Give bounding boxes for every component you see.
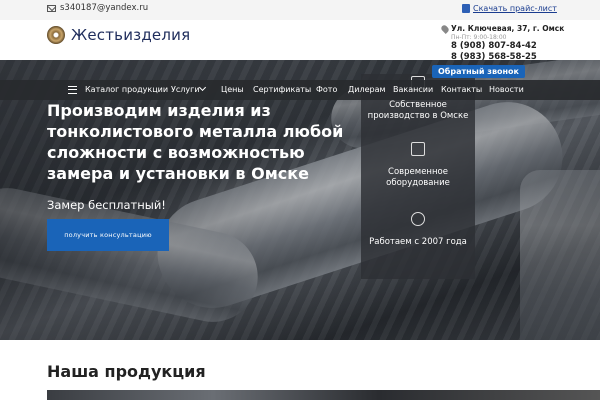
nav-item-prices[interactable]: Цены	[221, 85, 244, 94]
email-text: s340187@yandex.ru	[60, 3, 149, 13]
hero-title: Производим изделия из тонколистового мет…	[47, 101, 344, 183]
logo-icon	[47, 26, 65, 44]
main-nav: Каталог продукции Услуги Цены Сертификат…	[0, 80, 600, 100]
menu-icon[interactable]	[68, 86, 77, 94]
callback-button[interactable]: Обратный звонок	[432, 65, 525, 78]
address: Ул. Ключевая, 37, г. Омск	[440, 23, 592, 34]
pdf-icon	[462, 4, 470, 13]
contacts-block: Ул. Ключевая, 37, г. Омск Пн-Пт: 9:00-18…	[440, 23, 592, 63]
products-title: Наша продукция	[47, 362, 206, 381]
top-bar: s340187@yandex.ru Скачать прайс-лист	[0, 0, 600, 20]
nav-item-news[interactable]: Новости	[489, 85, 524, 94]
logo-text: Жестьизделия	[71, 26, 191, 44]
price-list-text[interactable]: Скачать прайс-лист	[473, 4, 557, 13]
hero-subtitle: Замер бесплатный!	[47, 198, 166, 212]
email-link[interactable]: s340187@yandex.ru	[47, 3, 148, 13]
nav-item-certificates[interactable]: Сертификаты	[253, 85, 311, 94]
nav-item-services[interactable]: Услуги	[171, 85, 200, 94]
location-pin-icon	[440, 23, 450, 34]
logo[interactable]: Жестьизделия	[47, 26, 190, 44]
working-hours: Пн-Пт: 9:00-18:00	[451, 34, 507, 41]
nav-item-contacts[interactable]: Контакты	[441, 85, 482, 94]
price-list-link[interactable]: Скачать прайс-лист	[462, 4, 557, 13]
machine-icon	[411, 142, 425, 156]
mail-icon	[47, 4, 56, 12]
phone-1[interactable]: 8 (908) 807-84-42	[451, 41, 592, 52]
consultation-button[interactable]: получить консультацию	[47, 219, 169, 251]
feature-since: Работаем с 2007 года	[369, 237, 467, 247]
products-preview-image	[47, 390, 600, 400]
nav-item-dealers[interactable]: Дилерам	[348, 85, 386, 94]
chevron-down-icon[interactable]	[198, 83, 207, 92]
nav-item-vacancies[interactable]: Вакансии	[393, 85, 433, 94]
nav-item-photo[interactable]: Фото	[316, 85, 337, 94]
worker-icon	[411, 212, 425, 226]
feature-production: Собственное производство в Омске	[367, 100, 469, 121]
features-panel: Собственное производство в Омске Совреме…	[361, 74, 475, 279]
nav-item-catalog[interactable]: Каталог продукции	[85, 85, 168, 94]
feature-equipment: Современное оборудование	[386, 167, 450, 188]
address-text: Ул. Ключевая, 37, г. Омск	[451, 24, 565, 33]
